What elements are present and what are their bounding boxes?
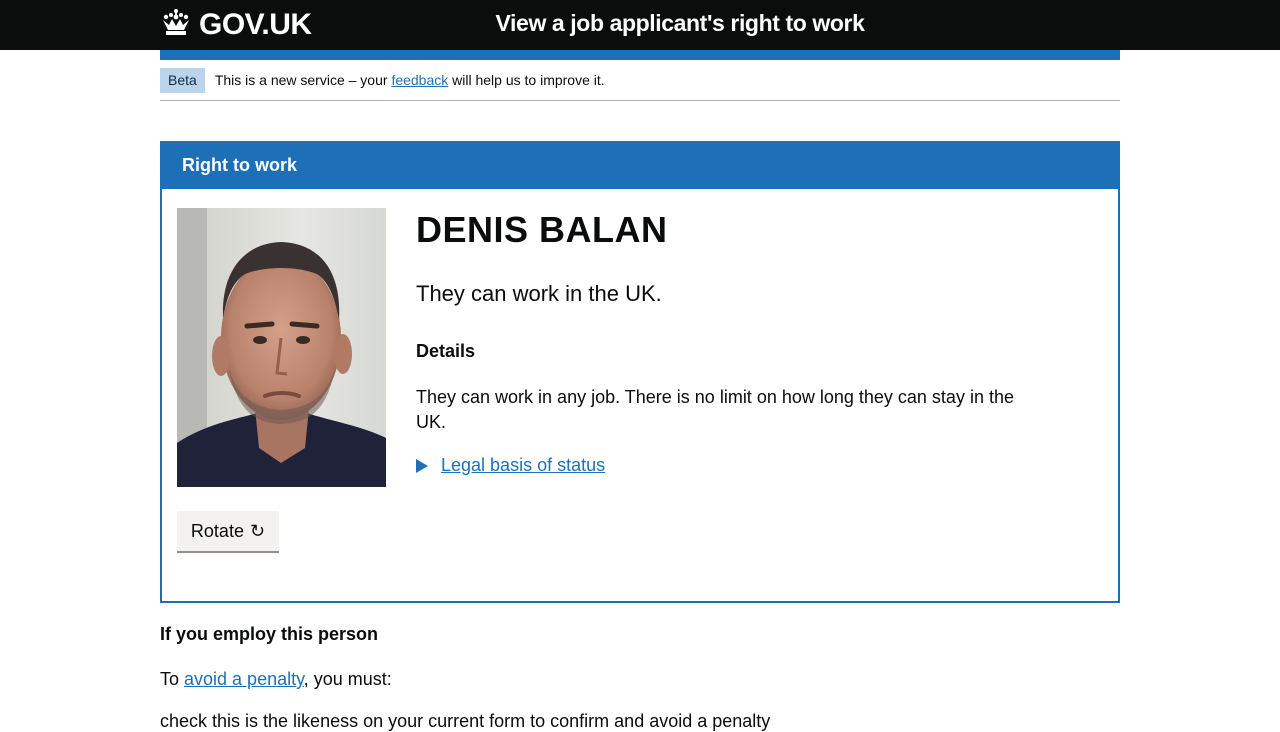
rotate-button[interactable]: Rotate ↻ <box>177 511 279 551</box>
triangle-right-icon <box>416 458 428 473</box>
service-name-link[interactable]: View a job applicant's right to work <box>440 10 920 37</box>
header-blue-bar <box>160 50 1120 60</box>
work-status: They can work in the UK. <box>416 281 662 306</box>
details-body: They can work in any job. There is no li… <box>416 387 1014 432</box>
legal-basis-toggle[interactable]: Legal basis of status <box>416 455 605 476</box>
phase-text-after: will help us to improve it. <box>448 72 605 88</box>
employ-heading: If you employ this person <box>160 624 379 644</box>
site-header: GOV.UK View a job applicant's right to w… <box>0 0 1280 50</box>
phase-banner: Beta This is a new service – your feedba… <box>160 68 1120 101</box>
feedback-link[interactable]: feedback <box>391 72 448 88</box>
penalty-text-after: , you must: <box>303 669 392 689</box>
right-to-work-panel: Right to work Rotate ↻ DENIS BALAN They … <box>160 141 1120 603</box>
person-name: DENIS BALAN <box>416 209 668 250</box>
applicant-photo <box>177 208 386 487</box>
avoid-penalty-link[interactable]: avoid a penalty <box>184 669 304 689</box>
logo-text: GOV.UK <box>199 8 312 41</box>
rotate-button-label: Rotate <box>190 520 244 541</box>
legal-basis-link[interactable]: Legal basis of status <box>441 455 605 476</box>
phase-banner-text: This is a new service – your feedback wi… <box>215 68 605 92</box>
penalty-line: To avoid a penalty, you must: <box>160 669 392 690</box>
details-heading: Details <box>416 341 476 361</box>
rotate-icon: ↻ <box>249 520 266 541</box>
beta-tag: Beta <box>160 68 205 93</box>
phase-text-before: This is a new service – your <box>214 72 392 88</box>
panel-heading: Right to work <box>162 143 1118 189</box>
crown-icon <box>160 8 199 42</box>
penalty-list-item: check this is the likeness on your curre… <box>160 711 771 731</box>
penalty-text-before: To <box>160 669 185 689</box>
govuk-logo-link[interactable]: GOV.UK <box>160 6 312 44</box>
